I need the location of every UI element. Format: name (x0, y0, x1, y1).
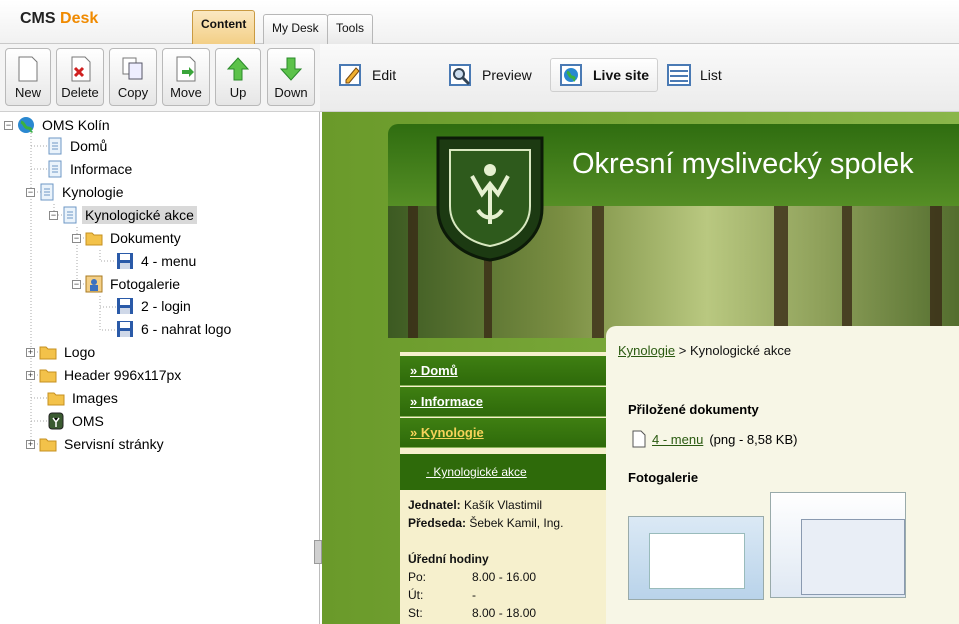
tree-item-6-nahrat-logo[interactable]: 6 - nahrat logo (116, 319, 234, 339)
hours-row: St: 8.00 - 18.00 (408, 606, 537, 620)
site-submenu: · Kynologické akce (400, 454, 606, 490)
tree-item-servisni-stranky[interactable]: + Servisní stránky (26, 434, 167, 454)
document-icon (632, 430, 646, 448)
gallery-icon (85, 275, 103, 293)
site-menu-informace[interactable]: » Informace (400, 387, 606, 417)
collapse-icon[interactable]: − (49, 210, 58, 220)
move-icon (176, 56, 196, 82)
hours-row: Út: - (408, 588, 476, 602)
arrow-up-icon (226, 57, 250, 81)
list-icon (667, 64, 691, 86)
copy-icon (122, 57, 143, 80)
app-logo: CMS Desk (20, 10, 99, 27)
preview-view-button[interactable]: Preview (440, 58, 540, 92)
folder-icon (85, 232, 103, 246)
tab-my-desk[interactable]: My Desk (263, 14, 328, 44)
live-site-view-button[interactable]: Live site (550, 58, 659, 92)
tree-item-2-login[interactable]: 2 - login (116, 296, 194, 316)
pane-splitter[interactable] (314, 540, 322, 564)
tree-item-images[interactable]: Images (47, 388, 121, 408)
arrow-down-icon (279, 57, 303, 81)
globe-icon (560, 64, 582, 86)
live-site-frame: Okresní myslivecký spolek » Domů » Infor… (322, 112, 959, 624)
new-page-icon (18, 56, 38, 82)
expand-icon[interactable]: + (26, 439, 35, 449)
tree-item-oms[interactable]: OMS (47, 411, 107, 431)
collapse-icon[interactable]: − (26, 187, 35, 197)
move-button[interactable]: Move (162, 48, 210, 106)
copy-button[interactable]: Copy (109, 48, 157, 106)
folder-icon (47, 392, 65, 406)
hunting-association-emblem (436, 136, 544, 262)
tab-content[interactable]: Content (192, 10, 256, 44)
content-toolbar: New Delete Copy Move Up Down (0, 44, 320, 112)
collapse-icon[interactable]: − (72, 279, 81, 289)
attached-docs-title: Přiložené dokumenty (628, 402, 759, 417)
site-title: Okresní myslivecký spolek (572, 148, 914, 180)
emblem-icon (48, 412, 64, 430)
collapse-icon[interactable]: − (4, 120, 13, 130)
hours-row: Po: 8.00 - 16.00 (408, 570, 537, 584)
file-save-icon (117, 321, 133, 337)
tree-item-kynologie[interactable]: − Kynologie (26, 182, 127, 202)
content-tree: − OMS Kolín Domů Informace − Kynologie −… (0, 112, 320, 624)
site-submenu-kynologicke-akce[interactable]: · Kynologické akce (426, 465, 527, 479)
top-bar: CMS Desk Content My Desk Tools (0, 0, 959, 44)
list-view-button[interactable]: List (658, 58, 730, 92)
tree-root[interactable]: − OMS Kolín (4, 115, 113, 135)
page-icon (40, 183, 54, 201)
predseda-row: Předseda: Šebek Kamil, Ing. (408, 516, 564, 530)
page-icon (48, 160, 62, 178)
collapse-icon[interactable]: − (72, 233, 81, 243)
site-menu-domu[interactable]: » Domů (400, 356, 606, 386)
view-mode-bar: Edit Preview Live site List (320, 44, 959, 112)
delete-page-icon (71, 56, 91, 82)
gallery-title: Fotogalerie (628, 470, 699, 485)
page-icon (48, 137, 62, 155)
file-save-icon (117, 253, 133, 269)
hours-title: Úřední hodiny (408, 552, 489, 566)
tree-item-informace[interactable]: Informace (47, 159, 135, 179)
breadcrumb-link-kynologie[interactable]: Kynologie (618, 343, 675, 358)
tree-item-dokumenty[interactable]: − Dokumenty (72, 228, 184, 248)
tree-item-kynologicke-akce[interactable]: − Kynologické akce (49, 205, 197, 225)
up-button[interactable]: Up (215, 48, 261, 106)
tree-trunk (592, 206, 604, 338)
edit-view-button[interactable]: Edit (330, 58, 404, 92)
tree-item-header[interactable]: + Header 996x117px (26, 365, 184, 385)
tree-trunk (408, 206, 418, 338)
expand-icon[interactable]: + (26, 347, 35, 357)
new-button[interactable]: New (5, 48, 51, 106)
page-icon (63, 206, 77, 224)
down-button[interactable]: Down (267, 48, 315, 106)
doc-link-4-menu[interactable]: 4 - menu (652, 432, 703, 447)
jednatel-row: Jednatel: Kašík Vlastimil (408, 498, 543, 512)
tree-item-4-menu[interactable]: 4 - menu (116, 251, 199, 271)
tree-trunk (774, 206, 788, 338)
preview-icon (449, 64, 471, 86)
tree-item-domu[interactable]: Domů (47, 136, 110, 156)
expand-icon[interactable]: + (26, 370, 35, 380)
tree-trunk (842, 206, 852, 338)
folder-icon (39, 346, 57, 360)
folder-icon (39, 438, 57, 452)
site-left-column: » Domů » Informace » Kynologie · Kynolog… (400, 352, 606, 624)
delete-button[interactable]: Delete (56, 48, 104, 106)
site-content: Kynologie > Kynologické akce Přiložené d… (606, 326, 959, 624)
tab-tools[interactable]: Tools (327, 14, 374, 44)
gallery-thumbnail-logo[interactable] (770, 492, 906, 598)
tree-trunk (930, 206, 942, 338)
globe-icon (18, 117, 34, 133)
site-breadcrumb: Kynologie > Kynologické akce (618, 343, 792, 358)
edit-icon (339, 64, 361, 86)
attached-doc-row: 4 - menu (png - 8,58 KB) (632, 430, 797, 448)
tree-item-logo[interactable]: + Logo (26, 342, 98, 362)
tree-item-fotogalerie[interactable]: − Fotogalerie (72, 274, 183, 294)
folder-icon (39, 369, 57, 383)
site-menu-kynologie[interactable]: » Kynologie (400, 418, 606, 448)
file-save-icon (117, 298, 133, 314)
gallery-thumbnail-login[interactable] (628, 516, 764, 600)
